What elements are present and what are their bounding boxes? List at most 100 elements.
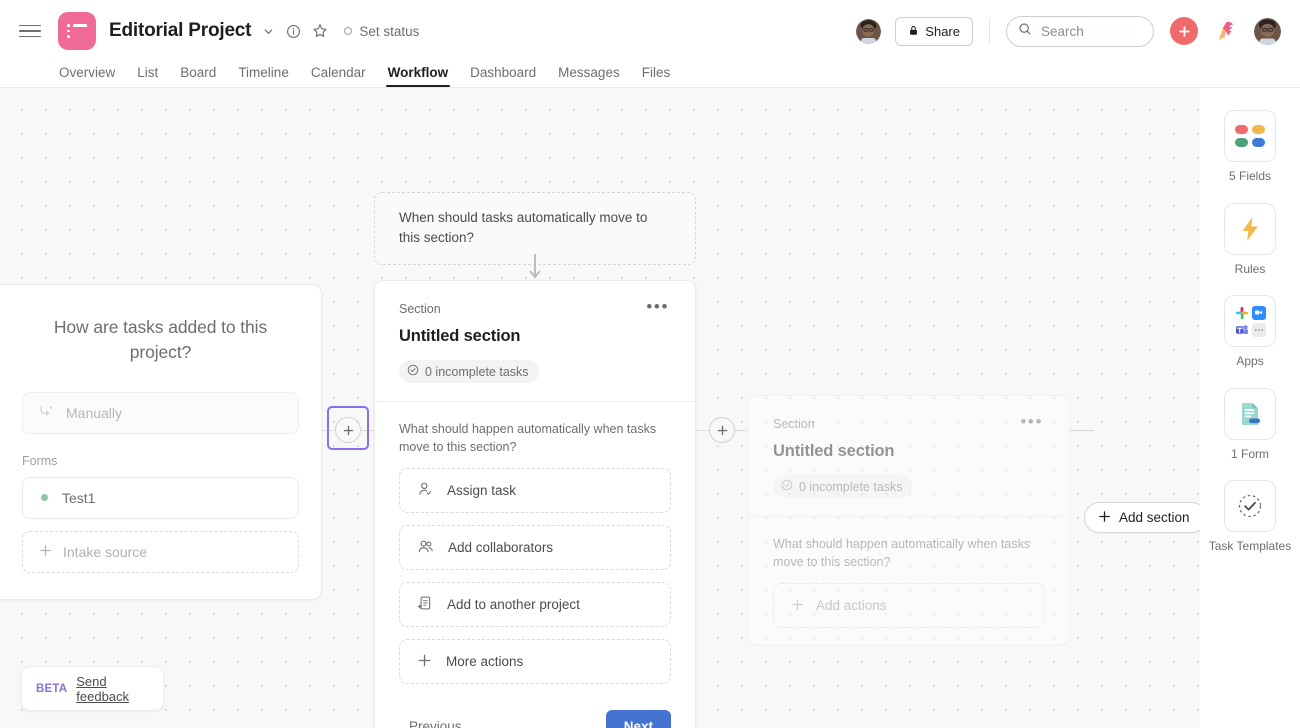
more-options-icon[interactable]: ••• [1018,413,1045,430]
incomplete-tasks-label: 0 incomplete tasks [799,479,903,494]
section-body-question: What should happen automatically when ta… [399,422,657,455]
section-card-header: Section ••• Untitled section 0 incomplet… [749,396,1069,516]
section-card-dimmed[interactable]: Section ••• Untitled section 0 incomplet… [748,395,1070,646]
section-kicker: Section [773,417,815,431]
project-tabs: Overview List Board Timeline Calendar Wo… [48,61,681,87]
beta-badge: BETA [36,682,68,695]
rail-item-form[interactable]: 1 Form [1207,387,1293,463]
tab-timeline[interactable]: Timeline [227,65,300,87]
tab-board[interactable]: Board [169,65,227,87]
add-actions-label: Add actions [816,598,887,614]
share-button[interactable]: Share [895,16,973,46]
tab-list[interactable]: List [126,65,169,87]
rail-item-label: 1 Form [1230,446,1269,461]
users-icon [417,538,434,558]
form-item-label: Test1 [62,489,96,506]
beta-feedback-pill: BETA Send feedback [21,666,164,711]
workflow-page: Editorial Project Set status Share Searc… [0,0,1300,728]
section-kicker: Section [399,302,441,316]
top-bar: Editorial Project Set status Share Searc… [0,0,1300,88]
action-add-collaborators[interactable]: Add collaborators [399,525,671,571]
rail-item-label: 5 Fields [1228,169,1272,183]
section-title[interactable]: Untitled section [399,327,671,346]
right-rail: 5 Fields Rules Apps 1 Form Task Template… [1200,88,1300,728]
action-assign-task[interactable]: Assign task [399,468,671,514]
add-to-project-icon [417,595,433,614]
create-button[interactable] [1170,17,1198,45]
add-intake-source-button[interactable]: Intake source [22,530,299,573]
chevron-down-icon[interactable] [262,25,275,38]
check-circle-icon [407,364,419,379]
forms-label: Forms [22,453,58,468]
zoom-icon [1251,305,1266,320]
section-title[interactable]: Untitled section [773,442,1045,461]
teams-icon [1235,323,1249,337]
action-label: Assign task [447,483,517,499]
project-list-icon[interactable] [58,12,96,50]
incomplete-tasks-badge: 0 incomplete tasks [399,360,539,383]
action-more-actions[interactable]: More actions [399,639,671,685]
asana-bird-icon[interactable] [1213,18,1239,44]
check-circle-icon [781,479,793,494]
rail-item-apps[interactable]: Apps [1207,295,1293,370]
rail-item-label: Rules [1234,261,1266,276]
tab-dashboard[interactable]: Dashboard [459,65,547,87]
section-card-body: What should happen automatically when ta… [749,517,1069,644]
action-add-to-another-project[interactable]: Add to another project [399,582,671,628]
lightning-bolt-icon [1224,202,1276,255]
intake-manually-label: Manually [66,404,123,421]
incomplete-tasks-label: 0 incomplete tasks [425,364,529,379]
rail-item-label: Apps [1236,354,1264,369]
form-item-test1[interactable]: Test1 [22,476,299,519]
add-actions-button[interactable]: Add actions [773,583,1045,629]
action-label: Add collaborators [448,540,554,556]
top-bar-row: Editorial Project Set status Share Searc… [0,0,1300,62]
add-step-button-2[interactable] [709,417,735,443]
task-template-icon [1224,480,1276,533]
share-label: Share [925,23,960,39]
search-box[interactable] [1006,15,1154,47]
user-avatar[interactable] [1254,17,1281,45]
section-card-active: Section ••• Untitled section 0 incomplet… [374,280,696,728]
more-options-icon[interactable]: ••• [644,298,671,315]
tab-messages[interactable]: Messages [547,65,631,87]
info-icon[interactable] [286,24,301,39]
rail-item-fields[interactable]: 5 Fields [1207,110,1293,185]
next-button[interactable]: Next [605,710,671,728]
action-label: Add to another project [447,597,580,613]
plus-icon [1098,510,1111,526]
connector-line [1070,430,1094,431]
plus-icon [791,598,804,614]
lock-icon [908,24,919,39]
send-feedback-link[interactable]: Send feedback [76,674,149,704]
workflow-canvas[interactable]: How are tasks added to this project? Man… [0,88,1300,728]
rail-item-task-templates[interactable]: Task Templates [1207,480,1293,555]
star-icon[interactable] [312,23,328,39]
rail-item-rules[interactable]: Rules [1207,202,1293,278]
section-card-footer: Previous Next [375,694,695,728]
section-card-header: Section ••• Untitled section 0 incomplet… [375,281,695,401]
search-input[interactable] [1041,23,1142,39]
tab-files[interactable]: Files [631,65,682,87]
apps-icon [1224,295,1276,348]
tab-workflow[interactable]: Workflow [377,65,460,87]
set-status-button[interactable]: Set status [344,24,419,39]
add-step-button-1[interactable] [335,417,361,443]
intake-manually-row[interactable]: Manually [22,391,299,434]
intake-panel: How are tasks added to this project? Man… [0,284,322,600]
previous-button[interactable]: Previous [399,712,472,728]
section-card-body: What should happen automatically when ta… [375,402,695,694]
add-section-label: Add section [1119,510,1190,525]
page-title[interactable]: Editorial Project [109,20,252,42]
tab-calendar[interactable]: Calendar [300,65,377,87]
more-apps-icon [1251,322,1266,337]
avatar[interactable] [856,18,882,44]
section-body-question: What should happen automatically when ta… [773,537,1031,570]
tab-overview[interactable]: Overview [48,65,126,87]
slack-icon [1235,306,1249,320]
fields-grid-icon [1224,110,1276,162]
add-section-button[interactable]: Add section [1084,502,1207,533]
set-status-label: Set status [359,23,420,39]
hamburger-icon[interactable] [19,20,41,42]
status-dot-icon [344,27,353,35]
